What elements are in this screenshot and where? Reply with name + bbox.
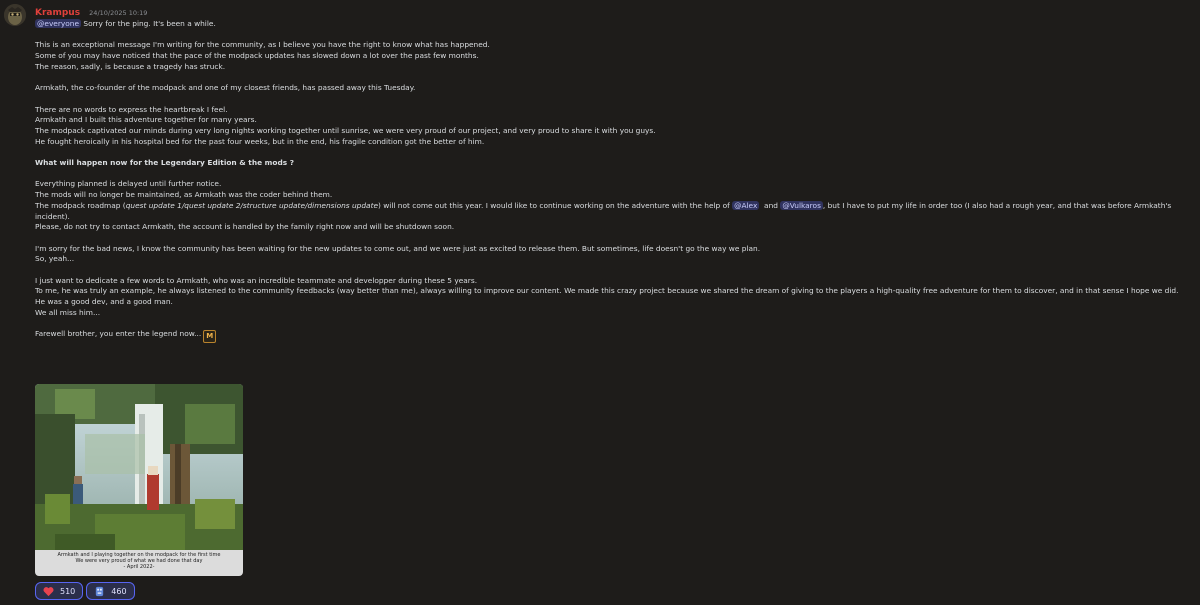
reaction-heart[interactable]: 510 (35, 582, 84, 600)
image-attachment[interactable]: Armkath and I playing together on the mo… (35, 384, 243, 576)
paragraph-line: The modpack captivated our minds during … (35, 125, 656, 135)
farewell-line: Farewell brother, you enter the legend n… (35, 329, 1192, 344)
paragraph-line: The reason, sadly, is because a tragedy … (35, 61, 226, 71)
heart-icon (43, 586, 54, 596)
paragraph-line: We all miss him... (35, 307, 101, 317)
caption-line: - April 2022- (123, 564, 155, 571)
modpack-m-emoji-icon[interactable]: M (203, 330, 217, 344)
paragraph-line: I just want to dedicate a few words to A… (35, 275, 478, 285)
message-timestamp[interactable]: 24/10/2025 10:19 (89, 9, 147, 17)
salute-emoji-icon (96, 586, 104, 596)
roadmap-text: and (759, 200, 781, 210)
reaction-count: 510 (60, 586, 76, 596)
section-heading: What will happen now for the Legendary E… (35, 158, 294, 168)
paragraph-line: I'm sorry for the bad news, I know the c… (35, 243, 761, 253)
mention-vulkaros[interactable]: @Vulkaros (780, 200, 823, 210)
paragraph-line: He was a good dev, and a good man. (35, 297, 173, 307)
paragraph-line: Armkath, the co-founder of the modpack a… (35, 83, 416, 93)
reaction-count: 460 (111, 586, 127, 596)
intro-text: Sorry for the ping. It's been a while. (81, 19, 216, 28)
intro-line: @everyone Sorry for the ping. It's been … (35, 19, 1192, 30)
paragraph-line: This is an exceptional message I'm writi… (35, 40, 490, 50)
paragraph-line: He fought heroically in his hospital bed… (35, 136, 485, 146)
roadmap-line: The modpack roadmap (quest update 1/ques… (35, 200, 1192, 222)
paragraph-line: There are no words to express the heartb… (35, 104, 228, 114)
reaction-salute[interactable]: 460 (86, 582, 135, 600)
paragraph-line: The mods will no longer be maintained, a… (35, 190, 333, 200)
paragraph-line: To me, he was truly an example, he alway… (35, 286, 1179, 296)
author-name[interactable]: Krampus (35, 8, 80, 18)
minecraft-screenshot-image (35, 384, 243, 550)
paragraph-line: Some of you may have noticed that the pa… (35, 51, 479, 61)
paragraph-line: Please, do not try to contact Armkath, t… (35, 222, 455, 232)
avatar-image (4, 4, 26, 26)
mention-alex[interactable]: @Alex (732, 200, 760, 210)
message-header: Krampus 24/10/2025 10:19 (35, 4, 1192, 18)
roadmap-text: The modpack roadmap ( (35, 200, 126, 210)
roadmap-italic: quest update 1/quest update 2/structure … (125, 200, 379, 210)
reactions-bar: 510 460 (35, 582, 135, 600)
paragraph-line: Armkath and I built this adventure toget… (35, 115, 257, 125)
paragraph-line: Everything planned is delayed until furt… (35, 179, 222, 189)
author-avatar[interactable] (4, 4, 26, 26)
farewell-text: Farewell brother, you enter the legend n… (35, 329, 202, 339)
image-caption: Armkath and I playing together on the mo… (35, 550, 243, 576)
roadmap-text: ) will not come out this year. I would l… (378, 200, 733, 210)
mention-everyone[interactable]: @everyone (35, 19, 82, 28)
paragraph-line: So, yeah... (35, 254, 75, 264)
message: Krampus 24/10/2025 10:19 @everyone Sorry… (35, 4, 1192, 344)
